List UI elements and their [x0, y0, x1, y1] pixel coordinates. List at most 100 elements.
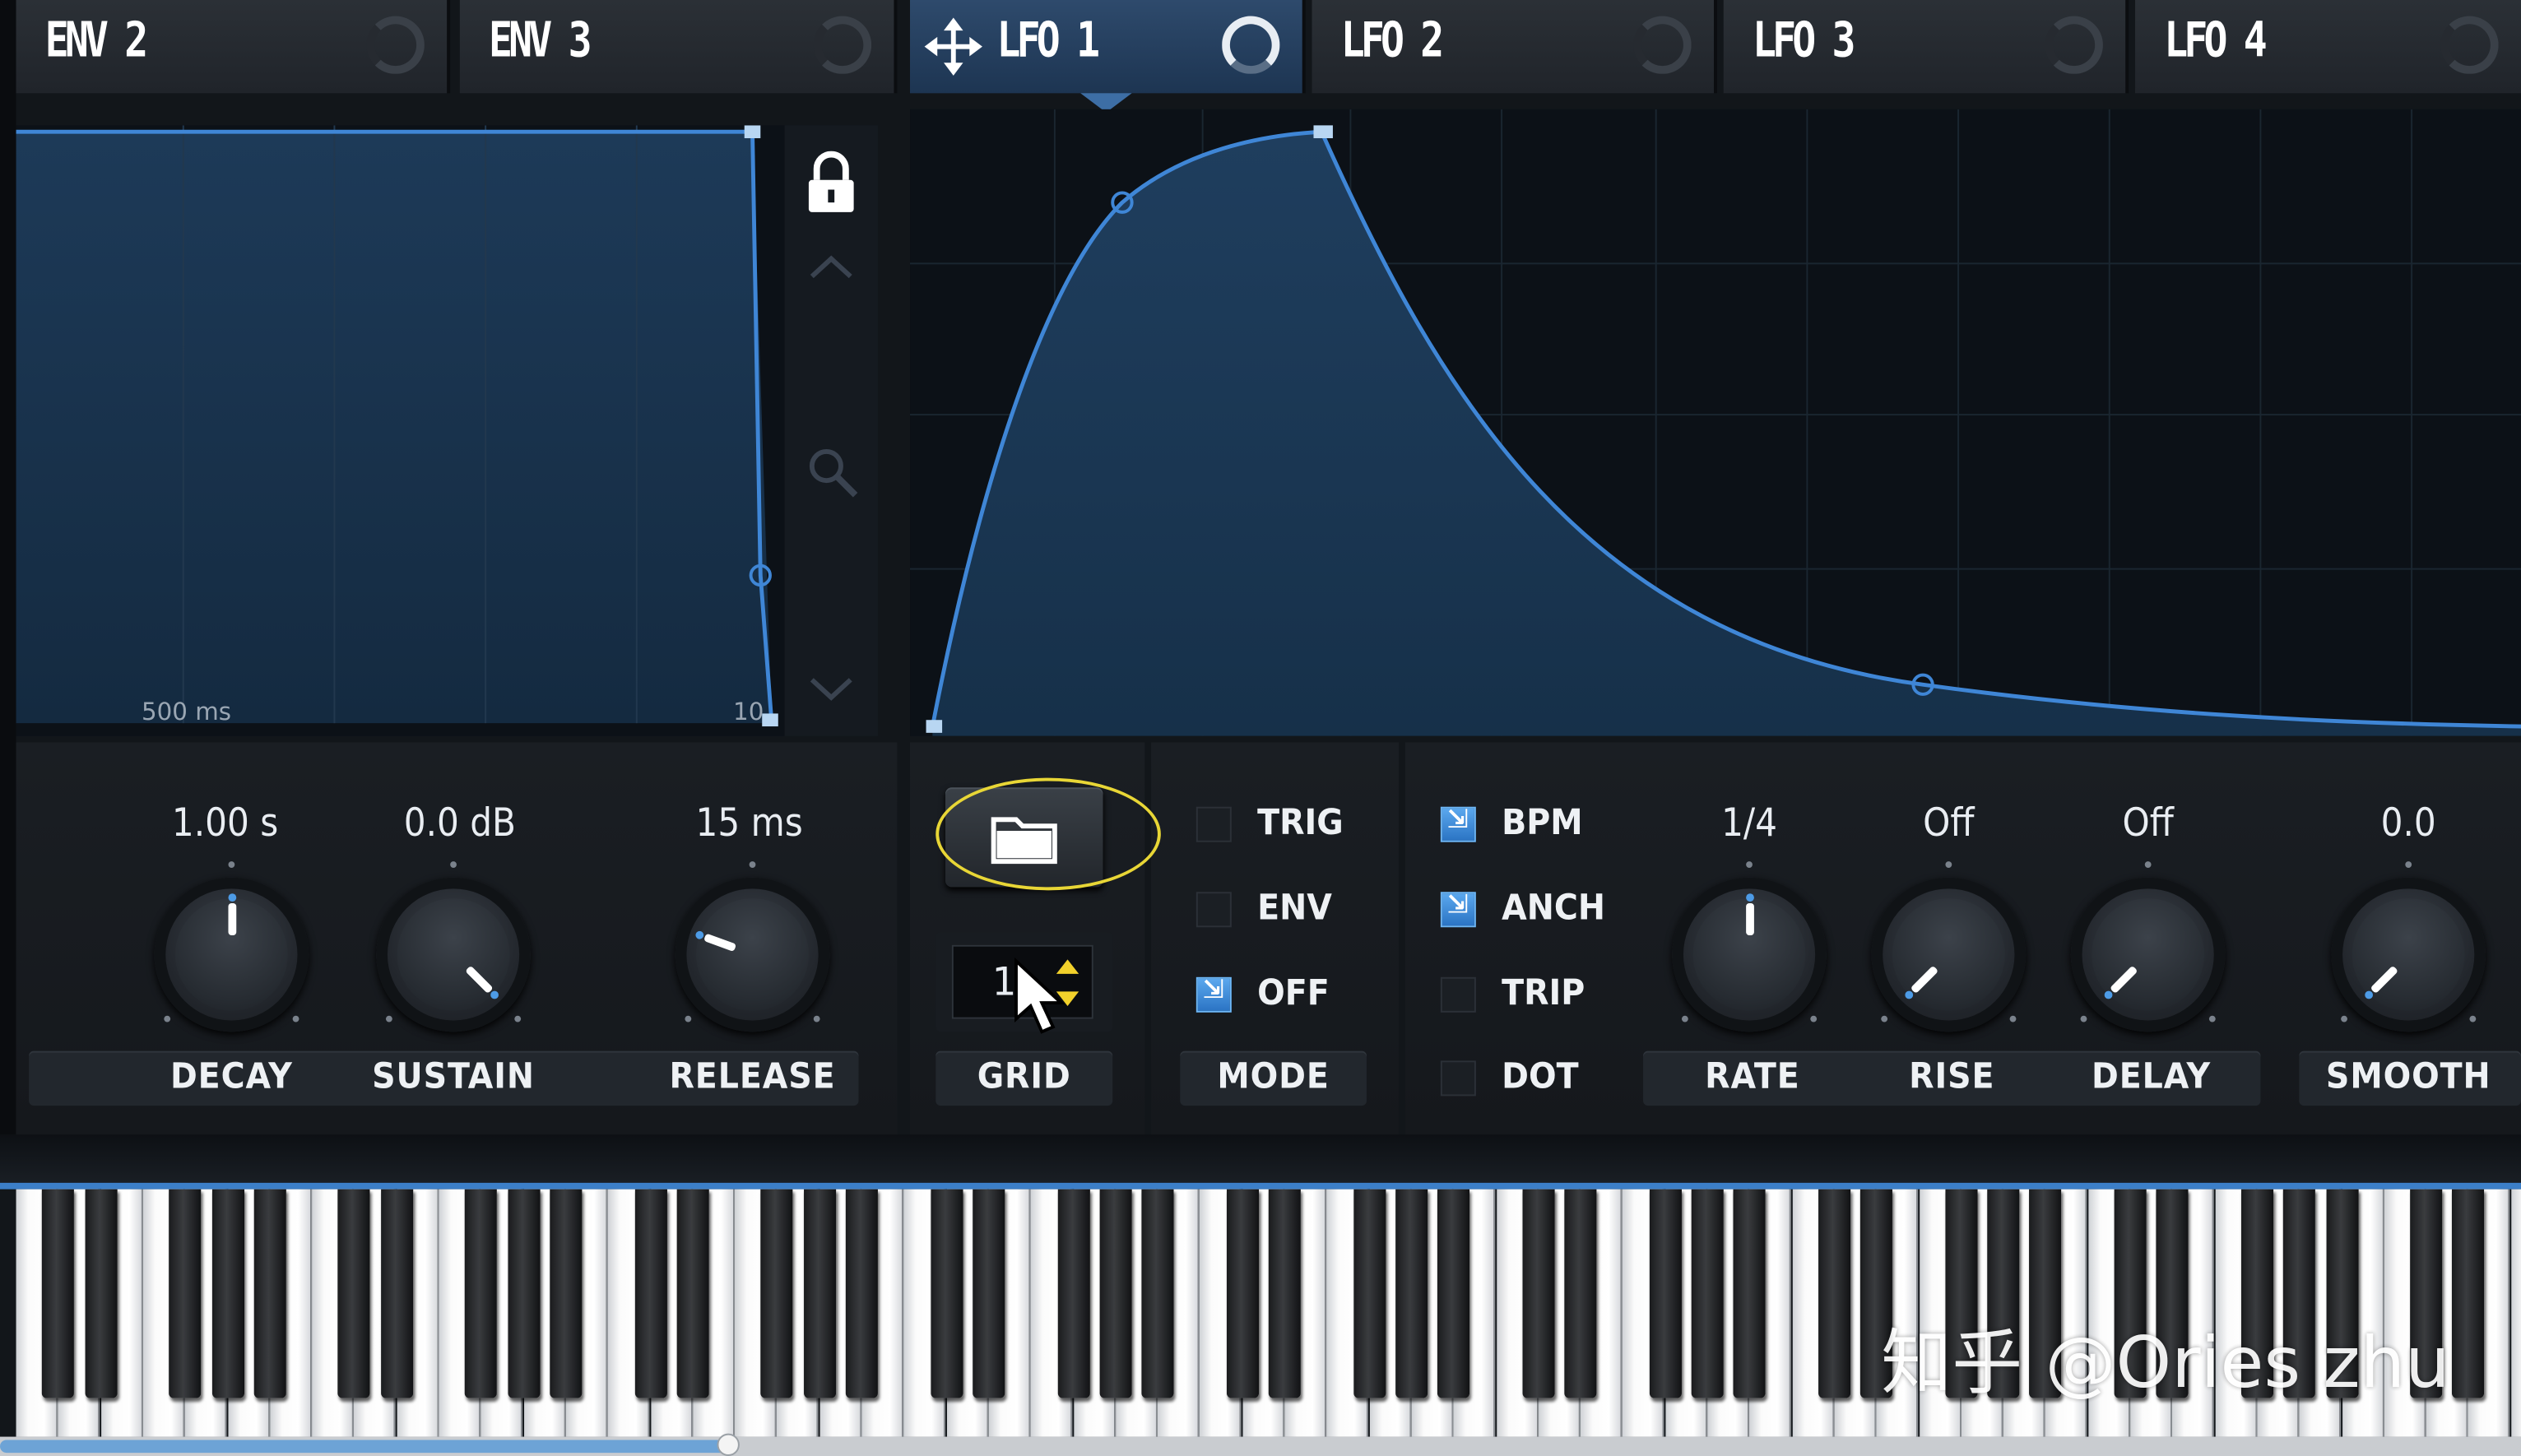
- knob-tick: [813, 1015, 820, 1022]
- tab-lfo-4[interactable]: LFO 4: [2135, 0, 2521, 94]
- black-key[interactable]: [845, 1189, 878, 1398]
- black-key[interactable]: [1099, 1189, 1132, 1398]
- decay-knob[interactable]: [154, 877, 309, 1032]
- trip-label: TRIP: [1502, 973, 1585, 1014]
- black-key[interactable]: [1522, 1189, 1555, 1398]
- black-key[interactable]: [507, 1189, 540, 1398]
- mode-label: MODE: [1217, 1057, 1330, 1098]
- white-key[interactable]: [2510, 1189, 2521, 1437]
- dot-checkbox[interactable]: [1440, 1060, 1476, 1097]
- black-key[interactable]: [1818, 1189, 1850, 1398]
- env-side-toolbar: [784, 125, 878, 736]
- tab-env-3[interactable]: ENV 3: [459, 0, 898, 94]
- delay-label: DELAY: [2092, 1057, 2212, 1098]
- env-checkbox[interactable]: [1196, 892, 1232, 928]
- black-key[interactable]: [930, 1189, 963, 1398]
- tab-label: ENV 2: [44, 12, 149, 70]
- rate-label: RATE: [1705, 1057, 1800, 1098]
- scrollbar-thumb[interactable]: [0, 1440, 727, 1454]
- tab-lfo-1[interactable]: LFO 1: [910, 0, 1306, 94]
- knob-tick: [2144, 861, 2152, 868]
- lock-icon[interactable]: [804, 151, 858, 216]
- move-icon[interactable]: [923, 16, 984, 77]
- black-key[interactable]: [634, 1189, 666, 1398]
- keyboard-accent-line: [0, 1182, 2521, 1189]
- scrollbar-handle[interactable]: [717, 1433, 740, 1456]
- chevron-up-icon[interactable]: [807, 251, 856, 283]
- tab-ring-icon: [366, 16, 425, 74]
- black-key[interactable]: [1437, 1189, 1470, 1398]
- black-key[interactable]: [42, 1189, 75, 1398]
- black-key[interactable]: [338, 1189, 371, 1398]
- tab-ring-icon: [1222, 16, 1280, 74]
- mouse-cursor-icon: [1014, 958, 1066, 1034]
- knob-tick: [1881, 1015, 1888, 1022]
- tab-label: LFO 1: [996, 12, 1101, 70]
- black-key[interactable]: [1226, 1189, 1259, 1398]
- tab-lfo-2[interactable]: LFO 2: [1312, 0, 1717, 94]
- bpm-label: BPM: [1502, 803, 1583, 844]
- tab-label: LFO 3: [1752, 12, 1856, 70]
- knob-tick: [2341, 1015, 2347, 1022]
- time-label: 10: [733, 697, 764, 727]
- tab-env-2[interactable]: ENV 2: [16, 0, 451, 94]
- rate-knob[interactable]: [1672, 877, 1827, 1032]
- off-checkbox[interactable]: [1196, 974, 1232, 1013]
- black-key[interactable]: [84, 1189, 117, 1398]
- zoom-icon[interactable]: [804, 443, 861, 501]
- black-key[interactable]: [1564, 1189, 1597, 1398]
- black-key[interactable]: [550, 1189, 583, 1398]
- anch-label: ANCH: [1502, 888, 1605, 930]
- rate-value: 1/4: [1721, 800, 1778, 846]
- bpm-checkbox[interactable]: [1440, 804, 1476, 842]
- release-knob[interactable]: [675, 877, 830, 1032]
- black-key[interactable]: [1691, 1189, 1724, 1398]
- watermark: 知乎 @Ories zhu: [1881, 1322, 2450, 1405]
- sustain-value: 0.0 dB: [403, 800, 517, 846]
- black-key[interactable]: [803, 1189, 836, 1398]
- black-key[interactable]: [380, 1189, 413, 1398]
- smooth-value: 0.0: [2380, 800, 2436, 846]
- serum-window: ENV 2 ENV 3 LFO 1 LFO 2 LFO 3 LFO 4 500 …: [0, 0, 2521, 1456]
- knob-tick: [1681, 1015, 1688, 1022]
- anch-checkbox[interactable]: [1440, 888, 1476, 928]
- black-key[interactable]: [1734, 1189, 1767, 1398]
- tab-lfo-3[interactable]: LFO 3: [1723, 0, 2129, 94]
- black-key[interactable]: [253, 1189, 286, 1398]
- black-key[interactable]: [2452, 1189, 2485, 1398]
- lfo-graph[interactable]: [910, 109, 2521, 736]
- black-key[interactable]: [1141, 1189, 1174, 1398]
- keyboard-scrollbar[interactable]: [0, 1433, 2521, 1456]
- black-key[interactable]: [1056, 1189, 1089, 1398]
- knob-tick: [2208, 1015, 2216, 1022]
- knob-tick: [749, 861, 756, 868]
- sustain-knob[interactable]: [376, 877, 531, 1032]
- delay-knob[interactable]: [2070, 877, 2226, 1032]
- knob-tick: [228, 861, 235, 868]
- dot-label: DOT: [1502, 1057, 1579, 1098]
- knob-tick: [2405, 861, 2412, 868]
- black-key[interactable]: [973, 1189, 1005, 1398]
- black-key[interactable]: [465, 1189, 498, 1398]
- highlight-ring: [936, 777, 1161, 891]
- smooth-knob[interactable]: [2331, 877, 2486, 1032]
- decay-value: 1.00 s: [171, 800, 279, 846]
- black-key[interactable]: [1649, 1189, 1682, 1398]
- envelope-graph[interactable]: 500 ms 10: [16, 125, 785, 736]
- black-key[interactable]: [1395, 1189, 1428, 1398]
- black-key[interactable]: [761, 1189, 794, 1398]
- trip-checkbox[interactable]: [1440, 976, 1476, 1013]
- grid-label: GRID: [977, 1057, 1071, 1098]
- black-key[interactable]: [1353, 1189, 1386, 1398]
- trig-checkbox[interactable]: [1196, 806, 1232, 842]
- knob-tick: [1746, 861, 1753, 868]
- knob-tick: [1810, 1015, 1818, 1022]
- rise-value: Off: [1923, 800, 1975, 846]
- black-key[interactable]: [211, 1189, 244, 1398]
- black-key[interactable]: [676, 1189, 709, 1398]
- knob-tick: [2469, 1015, 2477, 1022]
- black-key[interactable]: [1268, 1189, 1301, 1398]
- chevron-down-icon[interactable]: [807, 672, 856, 704]
- rise-knob[interactable]: [1871, 877, 2027, 1032]
- black-key[interactable]: [169, 1189, 202, 1398]
